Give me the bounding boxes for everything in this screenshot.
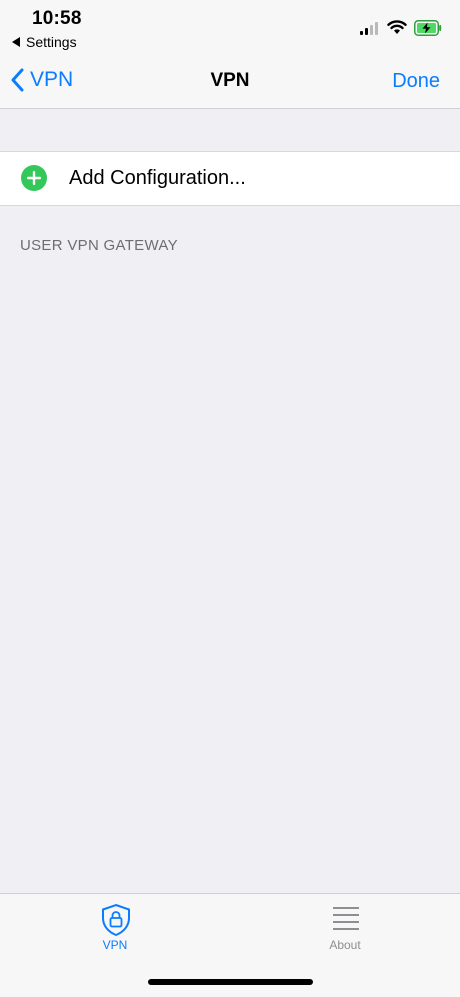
navigation-bar: VPN VPN Done: [0, 56, 460, 109]
plus-circle-icon: [21, 165, 47, 191]
page-title: VPN: [210, 70, 250, 91]
tab-about[interactable]: About: [230, 894, 460, 964]
section-header: USER VPN GATEWAY: [20, 237, 178, 254]
status-back-label: Settings: [26, 34, 77, 50]
tab-vpn-label: VPN: [102, 938, 128, 952]
add-configuration-row[interactable]: Add Configuration...: [0, 151, 460, 206]
status-bar: 10:58 Settings: [0, 0, 460, 56]
cellular-signal-icon: [360, 22, 378, 35]
shield-lock-icon: [102, 903, 130, 937]
status-back-to-settings[interactable]: Settings: [12, 34, 77, 50]
battery-charging-icon: [414, 20, 442, 36]
back-triangle-icon: [12, 37, 20, 47]
add-configuration-label: Add Configuration...: [69, 167, 246, 189]
home-indicator: [148, 979, 313, 985]
wifi-icon: [387, 20, 407, 34]
list-icon: [333, 907, 359, 930]
tab-about-label: About: [329, 938, 361, 952]
tab-vpn[interactable]: VPN: [0, 894, 230, 964]
status-time: 10:58: [32, 8, 82, 29]
done-button[interactable]: Done: [392, 70, 440, 93]
